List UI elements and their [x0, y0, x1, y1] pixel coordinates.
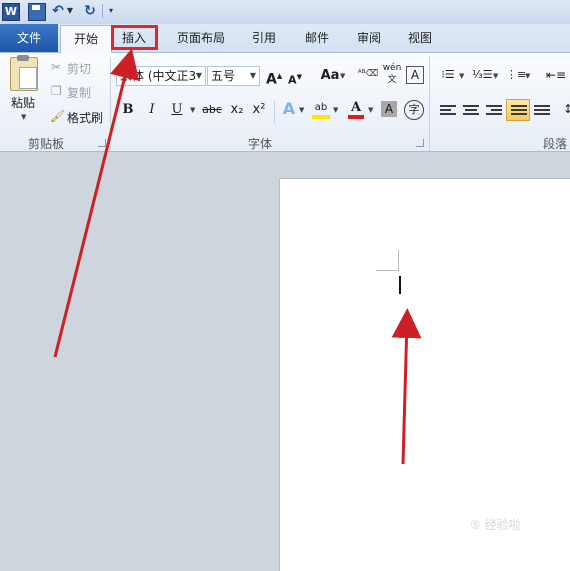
arrow-to-insert-tab [53, 48, 140, 358]
arrow-to-cursor [391, 308, 422, 465]
annotation-arrows [53, 48, 422, 465]
